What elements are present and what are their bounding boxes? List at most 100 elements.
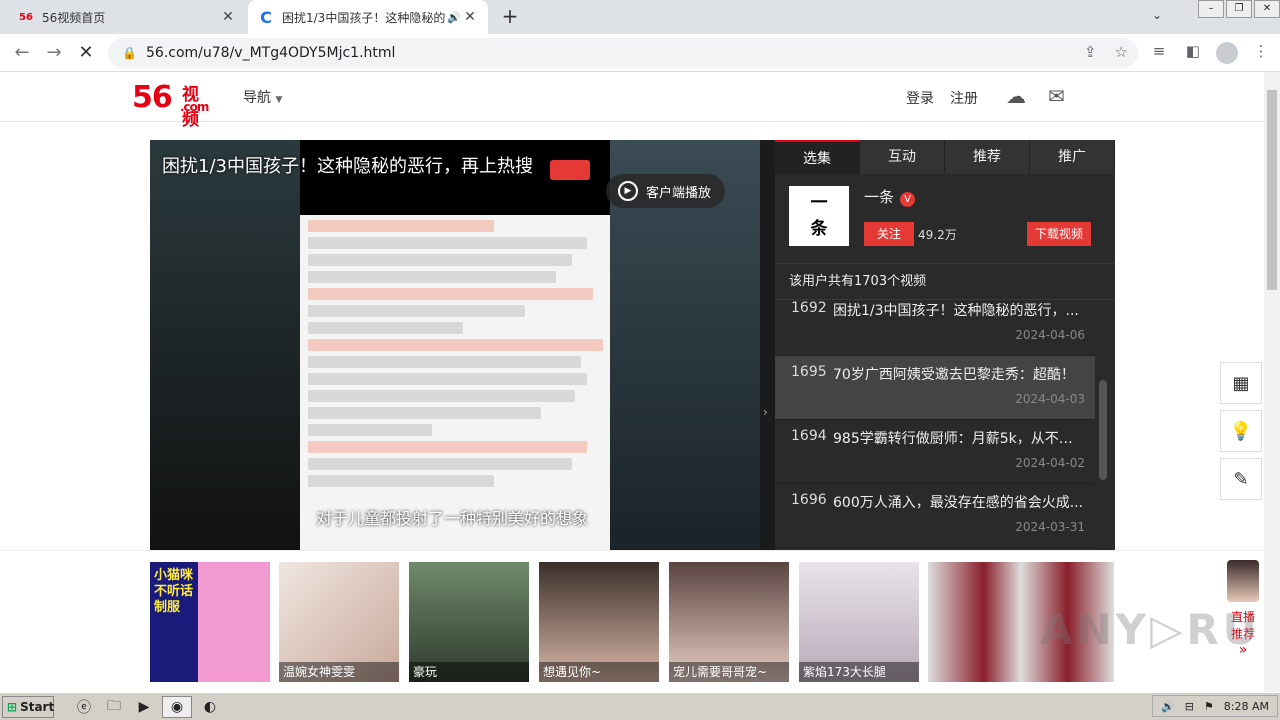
uploader-avatar[interactable]: 一条 [789, 186, 849, 246]
video-title: 困扰1/3中国孩子！这种隐秘的恶行，再上热搜 [162, 156, 533, 177]
item-date: 2024-04-03 [1015, 392, 1085, 406]
flag-icon[interactable]: ⚑ [1204, 700, 1214, 713]
forward-button[interactable]: → [44, 43, 64, 63]
address-toolbar: ← → ✕ 🔒 56.com/u78/v_MTg4ODY5Mjc1.html ⇪… [0, 34, 1280, 72]
lightbulb-icon[interactable]: 💡 [1220, 410, 1262, 452]
ad-banner-text: 小猫咪不听话 制服 [154, 568, 194, 615]
tab-title: 56视频首页 [42, 10, 106, 25]
tab-current-video[interactable]: C 困扰1/3中国孩子！这种隐秘的恶 🔊 ✕ [248, 0, 488, 34]
login-link[interactable]: 登录 [906, 88, 934, 108]
upload-cloud-icon[interactable]: ☁ [1006, 84, 1026, 108]
uploader-card: 一条 一条 V 关注 49.2万 下载视频 [775, 174, 1115, 264]
watermark-logo: ANY▷RUN [1040, 605, 1280, 654]
media-player-icon[interactable]: ▶ [132, 696, 156, 718]
play-icon: ▶ [618, 181, 638, 201]
site-logo[interactable]: 56 视频 .com [132, 80, 209, 130]
nav-label: 导航 [243, 90, 271, 106]
ad-caption: 紫焰173大长腿 [799, 662, 919, 682]
list-item[interactable]: 1694 985学霸转行做厨师：月薪5k，从不后悔 2024-04-02 [775, 420, 1095, 484]
item-title: 70岁广西阿姨受邀去巴黎走秀：超酷！ [833, 367, 1075, 383]
video-background-left [150, 140, 300, 550]
new-tab-button[interactable]: + [498, 5, 522, 29]
chevron-right-icon: › [763, 405, 768, 419]
tab-promote[interactable]: 推广 [1030, 140, 1115, 174]
uploader-name-row[interactable]: 一条 V [864, 186, 916, 207]
item-date: 2024-04-06 [1015, 328, 1085, 342]
ad-thumb[interactable]: 温婉女神雯雯 [279, 562, 399, 682]
url-text: 56.com/u78/v_MTg4ODY5Mjc1.html [146, 45, 396, 61]
verified-icon: V [900, 192, 916, 207]
stop-button[interactable]: ✕ [76, 43, 96, 63]
video-frame [300, 215, 610, 550]
menu-icon[interactable]: ⋮ [1250, 42, 1272, 68]
ad-caption: 温婉女神雯雯 [279, 662, 399, 682]
close-window-button[interactable]: ✕ [1254, 0, 1280, 18]
volume-icon[interactable]: 🔊 [1161, 700, 1175, 713]
ad-thumb[interactable]: 想遇见你~ [539, 562, 659, 682]
video-subtitle: 对于儿童都投射了一种特别美好的想象 [316, 509, 589, 528]
loading-icon: C [260, 7, 272, 27]
episode-panel: 选集 互动 推荐 推广 一条 一条 V 关注 49.2万 下载视频 该用户共有17… [775, 140, 1115, 550]
feedback-icon[interactable]: ✎ [1220, 458, 1262, 500]
ad-thumb[interactable]: 豪玩 [409, 562, 529, 682]
panel-collapse-handle[interactable]: › [760, 140, 775, 550]
start-button[interactable]: ⊞ Start [2, 695, 55, 718]
windows-icon: ⊞ [7, 699, 18, 714]
close-icon[interactable]: ✕ [462, 9, 478, 25]
profile-avatar[interactable] [1216, 42, 1238, 68]
tab-episodes[interactable]: 选集 [775, 140, 860, 174]
url-bar[interactable]: 🔒 56.com/u78/v_MTg4ODY5Mjc1.html ⇪ ☆ [108, 38, 1138, 68]
back-button[interactable]: ← [12, 43, 32, 63]
56-favicon-icon: 56 [19, 11, 33, 23]
site-header: 56 视频 .com 导航 ▼ 登录 注册 ☁ ✉ [0, 72, 1264, 130]
item-date: 2024-04-02 [1015, 456, 1085, 470]
panel-tabs: 选集 互动 推荐 推广 [775, 140, 1115, 174]
media-control-icon[interactable]: ≡ [1148, 42, 1170, 68]
chevron-down-icon[interactable]: ⌄ [1152, 8, 1162, 22]
star-icon[interactable]: ☆ [1115, 43, 1128, 61]
logo-suffix: .com [180, 100, 209, 114]
maximize-button[interactable]: ❐ [1226, 0, 1252, 18]
side-panel-icon[interactable]: ◧ [1182, 42, 1204, 68]
ad-thumb[interactable]: 宠儿需要哥哥宠~ [669, 562, 789, 682]
mail-icon[interactable]: ✉ [1048, 84, 1065, 108]
list-item[interactable]: 1696 600万人涌入，最没存在感的省会火成... 2024-03-31 [775, 484, 1095, 548]
download-button[interactable]: 下载视频 [1027, 222, 1091, 246]
uploader-name: 一条 [864, 188, 895, 206]
logo-number: 56 [132, 80, 173, 115]
ad-caption: 豪玩 [409, 662, 529, 682]
live-avatar [1227, 560, 1259, 602]
video-player[interactable]: 困扰1/3中国孩子！这种隐秘的恶行，再上热搜 ▶ 客户端播放 对于儿童都投射了一… [150, 140, 760, 550]
ad-banner[interactable]: 小猫咪不听话 制服 [150, 562, 270, 682]
nav-dropdown[interactable]: 导航 ▼ [243, 87, 282, 107]
qr-code-icon[interactable]: ▦ [1220, 362, 1262, 404]
video-tag [550, 160, 590, 180]
client-play-button[interactable]: ▶ 客户端播放 [606, 174, 726, 208]
minimize-button[interactable]: – [1198, 0, 1224, 18]
audio-icon[interactable]: 🔊 [446, 11, 462, 24]
item-title: 600万人涌入，最没存在感的省会火成... [833, 495, 1084, 511]
panel-scrollbar[interactable] [1099, 380, 1107, 480]
item-number: 1696 [791, 492, 827, 508]
client-play-label: 客户端播放 [646, 185, 712, 201]
chrome-icon[interactable]: ◉ [162, 695, 192, 718]
tab-interact[interactable]: 互动 [860, 140, 945, 174]
register-link[interactable]: 注册 [950, 88, 978, 108]
list-item[interactable]: 1692 困扰1/3中国孩子！这种隐秘的恶行，... 2024-04-06 [775, 292, 1095, 356]
tab-recommend[interactable]: 推荐 [945, 140, 1030, 174]
network-icon[interactable]: ⊟ [1185, 700, 1194, 713]
edge-icon[interactable]: ◐ [198, 696, 222, 718]
clock: 8:28 AM [1223, 699, 1269, 713]
close-icon[interactable]: ✕ [220, 9, 236, 25]
list-item[interactable]: 1695 70岁广西阿姨受邀去巴黎走秀：超酷！ 2024-04-03 [775, 356, 1095, 420]
ad-thumb[interactable]: 紫焰173大长腿 [799, 562, 919, 682]
ie-icon[interactable]: ⓔ [72, 696, 96, 718]
start-label: Start [20, 699, 55, 714]
tab-56-home[interactable]: 56 56视频首页 ✕ [8, 0, 246, 34]
follow-button[interactable]: 关注 [864, 222, 914, 246]
scrollbar-thumb[interactable] [1267, 90, 1277, 290]
page-scrollbar[interactable] [1264, 72, 1280, 692]
item-title: 985学霸转行做厨师：月薪5k，从不后悔 [833, 431, 1085, 447]
share-icon[interactable]: ⇪ [1084, 43, 1097, 61]
folder-icon[interactable]: 🗀 [102, 696, 126, 718]
